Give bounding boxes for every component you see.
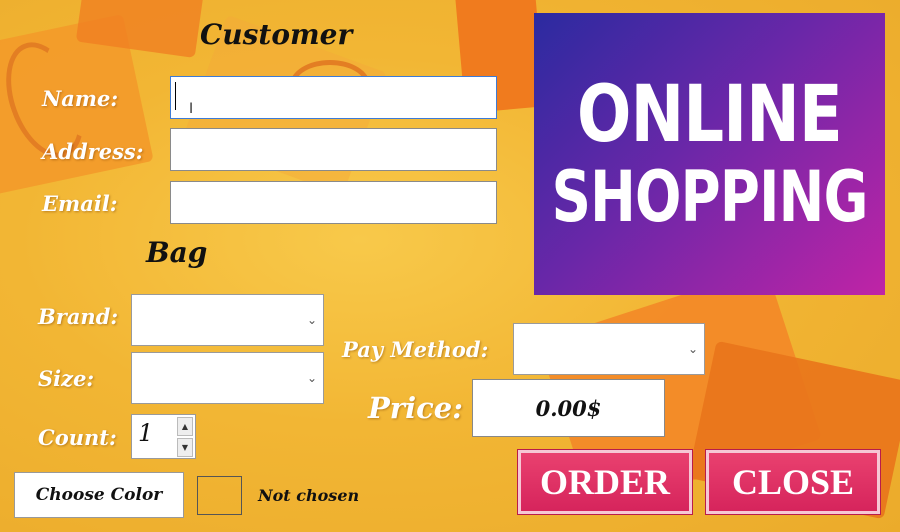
name-label: Name:	[42, 86, 119, 111]
size-label: Size:	[38, 366, 95, 391]
pay-method-dropdown[interactable]: ⌄	[513, 323, 705, 375]
email-field[interactable]	[170, 181, 497, 224]
chevron-down-icon: ⌄	[306, 313, 317, 327]
bag-heading: Bag	[146, 236, 208, 269]
color-status: Not chosen	[258, 486, 360, 505]
chevron-down-icon: ⌄	[687, 342, 698, 356]
count-stepper[interactable]: 1 ▲ ▼	[131, 414, 196, 459]
address-label: Address:	[42, 139, 144, 164]
chevron-down-icon: ⌄	[306, 371, 317, 385]
ibeam-cursor-icon: I	[189, 101, 194, 117]
close-label: CLOSE	[731, 462, 855, 502]
pay-method-label: Pay Method:	[342, 337, 489, 362]
price-label: Price:	[368, 391, 463, 425]
price-value: 0.00$	[535, 395, 602, 421]
price-display: 0.00$	[472, 379, 665, 437]
text-caret	[175, 82, 176, 110]
order-label: ORDER	[539, 462, 670, 502]
customer-heading: Customer	[200, 18, 353, 51]
name-field[interactable]: I	[170, 76, 497, 119]
count-value: 1	[138, 419, 154, 447]
online-shopping-banner: ONLINE SHOPPING	[534, 13, 885, 295]
spin-down-icon[interactable]: ▼	[177, 438, 193, 457]
email-label: Email:	[42, 191, 118, 216]
choose-color-button[interactable]: Choose Color	[14, 472, 184, 518]
choose-color-label: Choose Color	[35, 485, 163, 505]
color-swatch	[197, 476, 242, 515]
size-dropdown[interactable]: ⌄	[131, 352, 324, 404]
order-button[interactable]: ORDER	[517, 449, 693, 515]
address-field[interactable]	[170, 128, 497, 171]
banner-line-1: ONLINE	[577, 70, 843, 160]
spin-up-icon[interactable]: ▲	[177, 417, 193, 436]
close-button[interactable]: CLOSE	[705, 449, 881, 515]
count-label: Count:	[38, 425, 117, 450]
brand-dropdown[interactable]: ⌄	[131, 294, 324, 346]
brand-label: Brand:	[38, 304, 119, 329]
banner-line-2: SHOPPING	[551, 156, 868, 238]
